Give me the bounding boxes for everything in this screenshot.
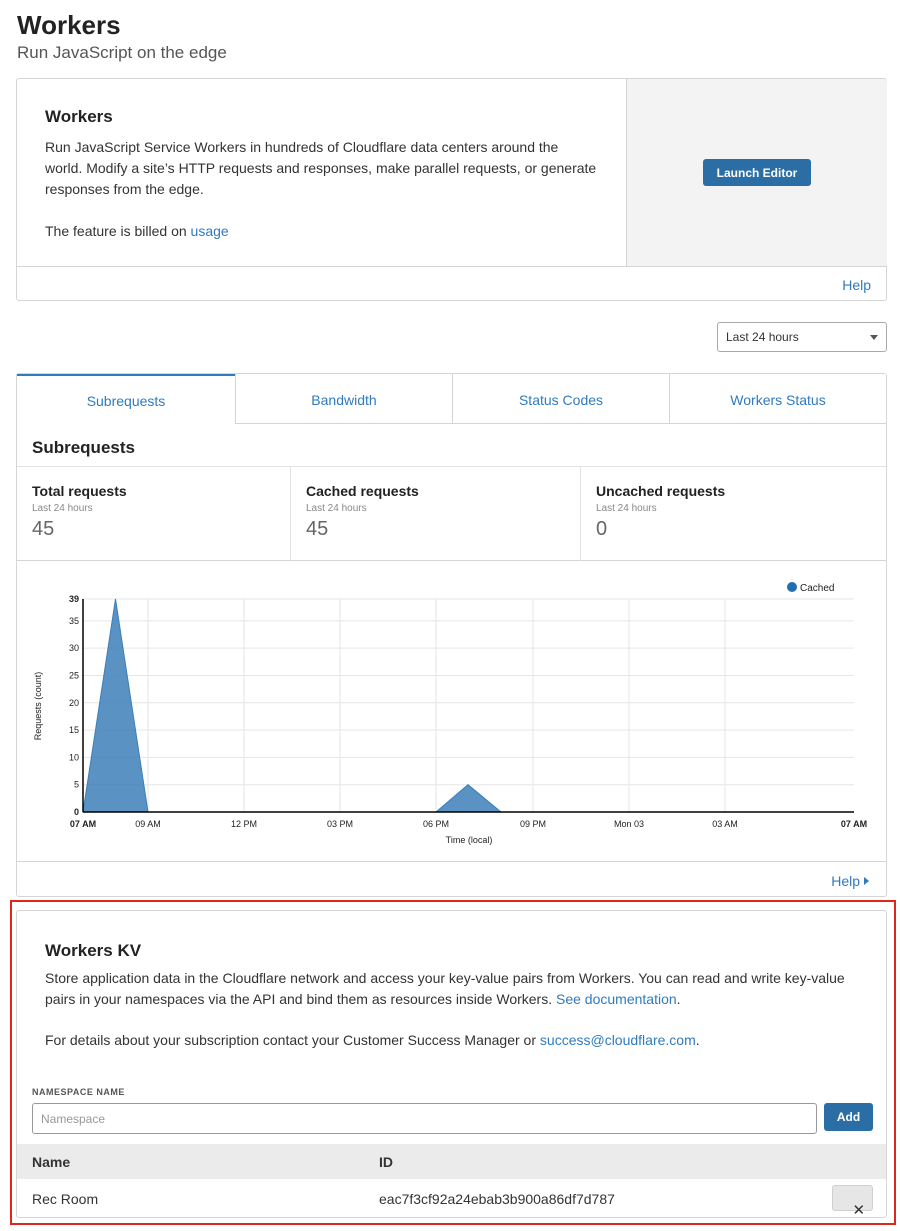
page-subtitle: Run JavaScript on the edge bbox=[17, 43, 227, 62]
chart-area-cached bbox=[82, 598, 149, 813]
x-tick-label: 06 PM bbox=[423, 819, 449, 829]
y-tick-label: 20 bbox=[69, 698, 79, 708]
stats-row: Total requests Last 24 hours 45 Cached r… bbox=[17, 466, 886, 561]
y-tick-label: 39 bbox=[69, 594, 79, 604]
analytics-help-label: Help bbox=[831, 873, 860, 889]
workers-card-heading: Workers bbox=[45, 107, 113, 126]
kv-description-suffix: . bbox=[676, 991, 681, 1007]
stat-value: 0 bbox=[596, 518, 608, 540]
kv-contact: For details about your subscription cont… bbox=[45, 1030, 865, 1051]
table-row: Rec Room eac7f3cf92a24ebab3b900a86df7d78… bbox=[17, 1179, 886, 1219]
x-axis-label: Time (local) bbox=[446, 835, 493, 845]
x-tick-label: 12 PM bbox=[231, 819, 257, 829]
add-namespace-button[interactable]: Add bbox=[824, 1103, 873, 1131]
workers-card-description: Run JavaScript Service Workers in hundre… bbox=[45, 139, 597, 197]
x-tick-label: 03 AM bbox=[712, 819, 738, 829]
tab-bandwidth[interactable]: Bandwidth bbox=[235, 374, 452, 424]
billing-prefix: The feature is billed on bbox=[45, 223, 191, 239]
namespace-id-cell: eac7f3cf92a24ebab3b900a86df7d787 bbox=[379, 1191, 615, 1207]
workers-card-side: Launch Editor bbox=[626, 79, 887, 266]
subrequests-heading: Subrequests bbox=[32, 438, 135, 457]
stat-label: Cached requests bbox=[306, 483, 419, 499]
kv-contact-text: For details about your subscription cont… bbox=[45, 1032, 540, 1048]
x-tick-label: 07 AM bbox=[841, 819, 867, 829]
y-tick-label: 10 bbox=[69, 752, 79, 762]
workers-card-body: Workers Run JavaScript Service Workers i… bbox=[17, 79, 626, 266]
x-tick-label: 09 AM bbox=[135, 819, 161, 829]
kv-description-text: Store application data in the Cloudflare… bbox=[45, 970, 845, 1007]
delete-namespace-button[interactable]: ✕ bbox=[832, 1185, 873, 1219]
time-range-value: Last 24 hours bbox=[726, 330, 799, 344]
launch-editor-button[interactable]: Launch Editor bbox=[703, 159, 811, 186]
column-name-header: Name bbox=[32, 1154, 71, 1170]
stat-total-requests: Total requests Last 24 hours 45 bbox=[17, 467, 290, 561]
legend-marker bbox=[787, 582, 797, 592]
namespace-name-cell: Rec Room bbox=[32, 1191, 99, 1207]
workers-card: Workers Run JavaScript Service Workers i… bbox=[16, 78, 887, 301]
stat-value: 45 bbox=[32, 518, 55, 540]
kv-contact-suffix: . bbox=[695, 1032, 700, 1048]
workers-kv-card: Workers KV Store application data in the… bbox=[16, 910, 887, 1219]
y-tick-label: 35 bbox=[69, 616, 79, 626]
time-range-select[interactable]: Last 24 hours bbox=[717, 322, 887, 352]
page-title: Workers bbox=[17, 10, 121, 40]
tab-status-codes[interactable]: Status Codes bbox=[452, 374, 669, 424]
y-tick-label: 5 bbox=[74, 780, 79, 790]
namespace-name-label: NAMESPACE NAME bbox=[32, 1087, 125, 1097]
success-email-link[interactable]: success@cloudflare.com bbox=[540, 1032, 696, 1048]
analytics-card: Subrequests Bandwidth Status Codes Worke… bbox=[16, 373, 887, 897]
namespace-table-header: Name ID bbox=[17, 1144, 886, 1179]
stat-value: 45 bbox=[306, 518, 329, 540]
usage-link[interactable]: usage bbox=[191, 223, 229, 239]
billing-note: The feature is billed on usage bbox=[45, 221, 598, 242]
stat-label: Total requests bbox=[32, 483, 127, 499]
y-tick-label: 25 bbox=[69, 670, 79, 680]
legend-label: Cached bbox=[800, 583, 834, 594]
y-tick-label: 30 bbox=[69, 643, 79, 653]
y-tick-label: 0 bbox=[74, 807, 79, 817]
kv-heading: Workers KV bbox=[45, 941, 142, 960]
x-tick-label: Mon 03 bbox=[614, 819, 644, 829]
close-icon: ✕ bbox=[852, 1201, 866, 1219]
y-axis-label: Requests (count) bbox=[33, 672, 43, 741]
chart-area-cached bbox=[434, 784, 503, 813]
tab-workers-status[interactable]: Workers Status bbox=[669, 374, 886, 424]
analytics-help-link[interactable]: Help bbox=[831, 873, 869, 889]
subrequests-chart: 0 5 10 15 20 25 30 35 39 07 AM 09 AM 12 PM 03 PM 06 P… bbox=[17, 561, 886, 861]
workers-card-footer: Help bbox=[17, 266, 886, 301]
analytics-tabs: Subrequests Bandwidth Status Codes Worke… bbox=[17, 374, 886, 424]
stat-cached-requests: Cached requests Last 24 hours 45 bbox=[290, 467, 580, 561]
column-id-header: ID bbox=[379, 1154, 393, 1170]
chart-svg: 0 5 10 15 20 25 30 35 39 07 AM 09 AM 12 PM 03 PM 06 P… bbox=[33, 582, 867, 845]
stat-uncached-requests: Uncached requests Last 24 hours 0 bbox=[580, 467, 886, 561]
x-tick-label: 03 PM bbox=[327, 819, 353, 829]
stat-period: Last 24 hours bbox=[306, 503, 367, 514]
stat-period: Last 24 hours bbox=[596, 503, 657, 514]
caret-right-icon bbox=[864, 877, 869, 885]
documentation-link[interactable]: See documentation bbox=[556, 991, 677, 1007]
namespace-input[interactable] bbox=[32, 1103, 817, 1134]
workers-help-link[interactable]: Help bbox=[842, 277, 871, 293]
analytics-footer: Help bbox=[17, 861, 886, 897]
x-tick-label: 07 AM bbox=[70, 819, 96, 829]
tab-subrequests[interactable]: Subrequests bbox=[17, 374, 235, 424]
chevron-down-icon bbox=[870, 335, 878, 340]
y-tick-label: 15 bbox=[69, 725, 79, 735]
kv-description: Store application data in the Cloudflare… bbox=[45, 968, 865, 1010]
x-tick-label: 09 PM bbox=[520, 819, 546, 829]
stat-label: Uncached requests bbox=[596, 483, 726, 499]
stat-period: Last 24 hours bbox=[32, 503, 93, 514]
